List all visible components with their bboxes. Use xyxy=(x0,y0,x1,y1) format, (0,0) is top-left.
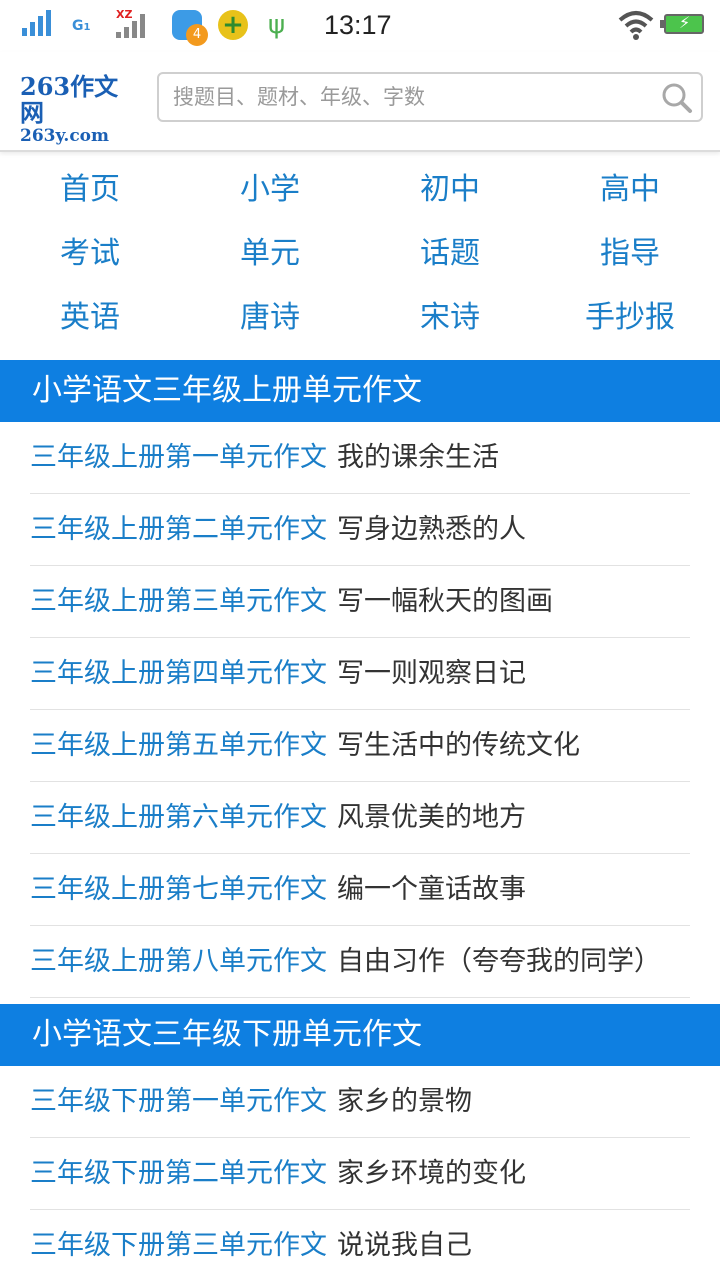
category-nav: 首页 小学 初中 高中 考试 单元 话题 指导 英语 唐诗 宋诗 手抄报 xyxy=(0,158,720,350)
list-item-link[interactable]: 三年级上册第三单元作文 xyxy=(30,586,327,617)
signal-icon xyxy=(22,10,51,36)
list-item-topic: 说说我自己 xyxy=(337,1230,472,1261)
list-item-topic: 家乡环境的变化 xyxy=(337,1158,526,1189)
list-item-topic: 写生活中的传统文化 xyxy=(337,730,580,761)
list-item[interactable]: 三年级上册第八单元作文 自由习作（夸夸我的同学） xyxy=(30,926,690,998)
battery-charging-icon: ⚡ xyxy=(660,13,704,34)
section-header: 小学语文三年级上册单元作文 xyxy=(0,360,720,422)
logo-domain-text: 263y.com xyxy=(20,126,110,146)
list-item-link[interactable]: 三年级上册第一单元作文 xyxy=(30,442,327,473)
nav-item-handwritten-poster[interactable]: 手抄报 xyxy=(540,286,720,350)
app-notification-icon: 4 xyxy=(172,10,208,46)
list-item-link[interactable]: 三年级上册第二单元作文 xyxy=(30,514,327,545)
usb-icon: ψ xyxy=(268,10,286,40)
list-item-topic: 写一则观察日记 xyxy=(337,658,526,689)
list-item-link[interactable]: 三年级下册第三单元作文 xyxy=(30,1230,327,1261)
essay-list: 三年级上册第一单元作文 我的课余生活 三年级上册第二单元作文 写身边熟悉的人 三年级… xyxy=(30,422,690,998)
search-box xyxy=(157,72,703,122)
wifi-icon xyxy=(618,11,654,40)
list-item[interactable]: 三年级上册第七单元作文 编一个童话故事 xyxy=(30,854,690,926)
list-item-link[interactable]: 三年级上册第五单元作文 xyxy=(30,730,327,761)
list-item-link[interactable]: 三年级上册第七单元作文 xyxy=(30,874,327,905)
list-item-link[interactable]: 三年级上册第四单元作文 xyxy=(30,658,327,689)
signal-icon xyxy=(116,12,145,38)
plus-app-icon: + xyxy=(218,10,248,40)
list-item[interactable]: 三年级上册第三单元作文 写一幅秋天的图画 xyxy=(30,566,690,638)
notification-count-badge: 4 xyxy=(186,24,208,46)
nav-item-tang-poems[interactable]: 唐诗 xyxy=(180,286,360,350)
nav-item-english[interactable]: 英语 xyxy=(0,286,180,350)
list-item[interactable]: 三年级上册第六单元作文 风景优美的地方 xyxy=(30,782,690,854)
nav-item-junior-high[interactable]: 初中 xyxy=(360,158,540,222)
essay-list: 三年级下册第一单元作文 家乡的景物 三年级下册第二单元作文 家乡环境的变化 三年级下… xyxy=(30,1066,690,1282)
section-header: 小学语文三年级下册单元作文 xyxy=(0,1004,720,1066)
list-item[interactable]: 三年级上册第二单元作文 写身边熟悉的人 xyxy=(30,494,690,566)
nav-row: 英语 唐诗 宋诗 手抄报 xyxy=(0,286,720,350)
site-header: 263作文网 263y.com xyxy=(0,52,720,152)
list-item[interactable]: 三年级上册第四单元作文 写一则观察日记 xyxy=(30,638,690,710)
status-bar: G1 XZ 4 + ψ 13:17 ⚡ xyxy=(0,0,720,52)
nav-item-topic[interactable]: 话题 xyxy=(360,222,540,286)
nav-row: 考试 单元 话题 指导 xyxy=(0,222,720,286)
list-item[interactable]: 三年级下册第三单元作文 说说我自己 xyxy=(30,1210,690,1282)
list-item-topic: 编一个童话故事 xyxy=(337,874,526,905)
list-item-topic: 我的课余生活 xyxy=(337,442,499,473)
search-input[interactable] xyxy=(173,82,633,112)
list-item-link[interactable]: 三年级下册第二单元作文 xyxy=(30,1158,327,1189)
nav-item-home[interactable]: 首页 xyxy=(0,158,180,222)
list-item[interactable]: 三年级上册第五单元作文 写生活中的传统文化 xyxy=(30,710,690,782)
list-item-topic: 风景优美的地方 xyxy=(337,802,526,833)
nav-item-exam[interactable]: 考试 xyxy=(0,222,180,286)
list-item[interactable]: 三年级下册第一单元作文 家乡的景物 xyxy=(30,1066,690,1138)
list-item[interactable]: 三年级上册第一单元作文 我的课余生活 xyxy=(30,422,690,494)
list-item[interactable]: 三年级下册第二单元作文 家乡环境的变化 xyxy=(30,1138,690,1210)
nav-item-unit[interactable]: 单元 xyxy=(180,222,360,286)
search-icon[interactable] xyxy=(661,82,693,114)
list-item-link[interactable]: 三年级下册第一单元作文 xyxy=(30,1086,327,1117)
list-item-topic: 自由习作（夸夸我的同学） xyxy=(337,946,661,977)
nav-item-song-poems[interactable]: 宋诗 xyxy=(360,286,540,350)
site-logo[interactable]: 263作文网 263y.com xyxy=(20,72,140,147)
list-item-link[interactable]: 三年级上册第六单元作文 xyxy=(30,802,327,833)
nav-item-primary-school[interactable]: 小学 xyxy=(180,158,360,222)
list-item-topic: 写身边熟悉的人 xyxy=(337,514,526,545)
clock: 13:17 xyxy=(324,10,392,40)
network-type-label: G1 xyxy=(72,18,91,34)
nav-item-guide[interactable]: 指导 xyxy=(540,222,720,286)
nav-row: 首页 小学 初中 高中 xyxy=(0,158,720,222)
list-item-link[interactable]: 三年级上册第八单元作文 xyxy=(30,946,327,977)
list-item-topic: 家乡的景物 xyxy=(337,1086,472,1117)
logo-main-text: 263作文网 xyxy=(20,72,119,127)
list-item-topic: 写一幅秋天的图画 xyxy=(337,586,553,617)
nav-item-senior-high[interactable]: 高中 xyxy=(540,158,720,222)
